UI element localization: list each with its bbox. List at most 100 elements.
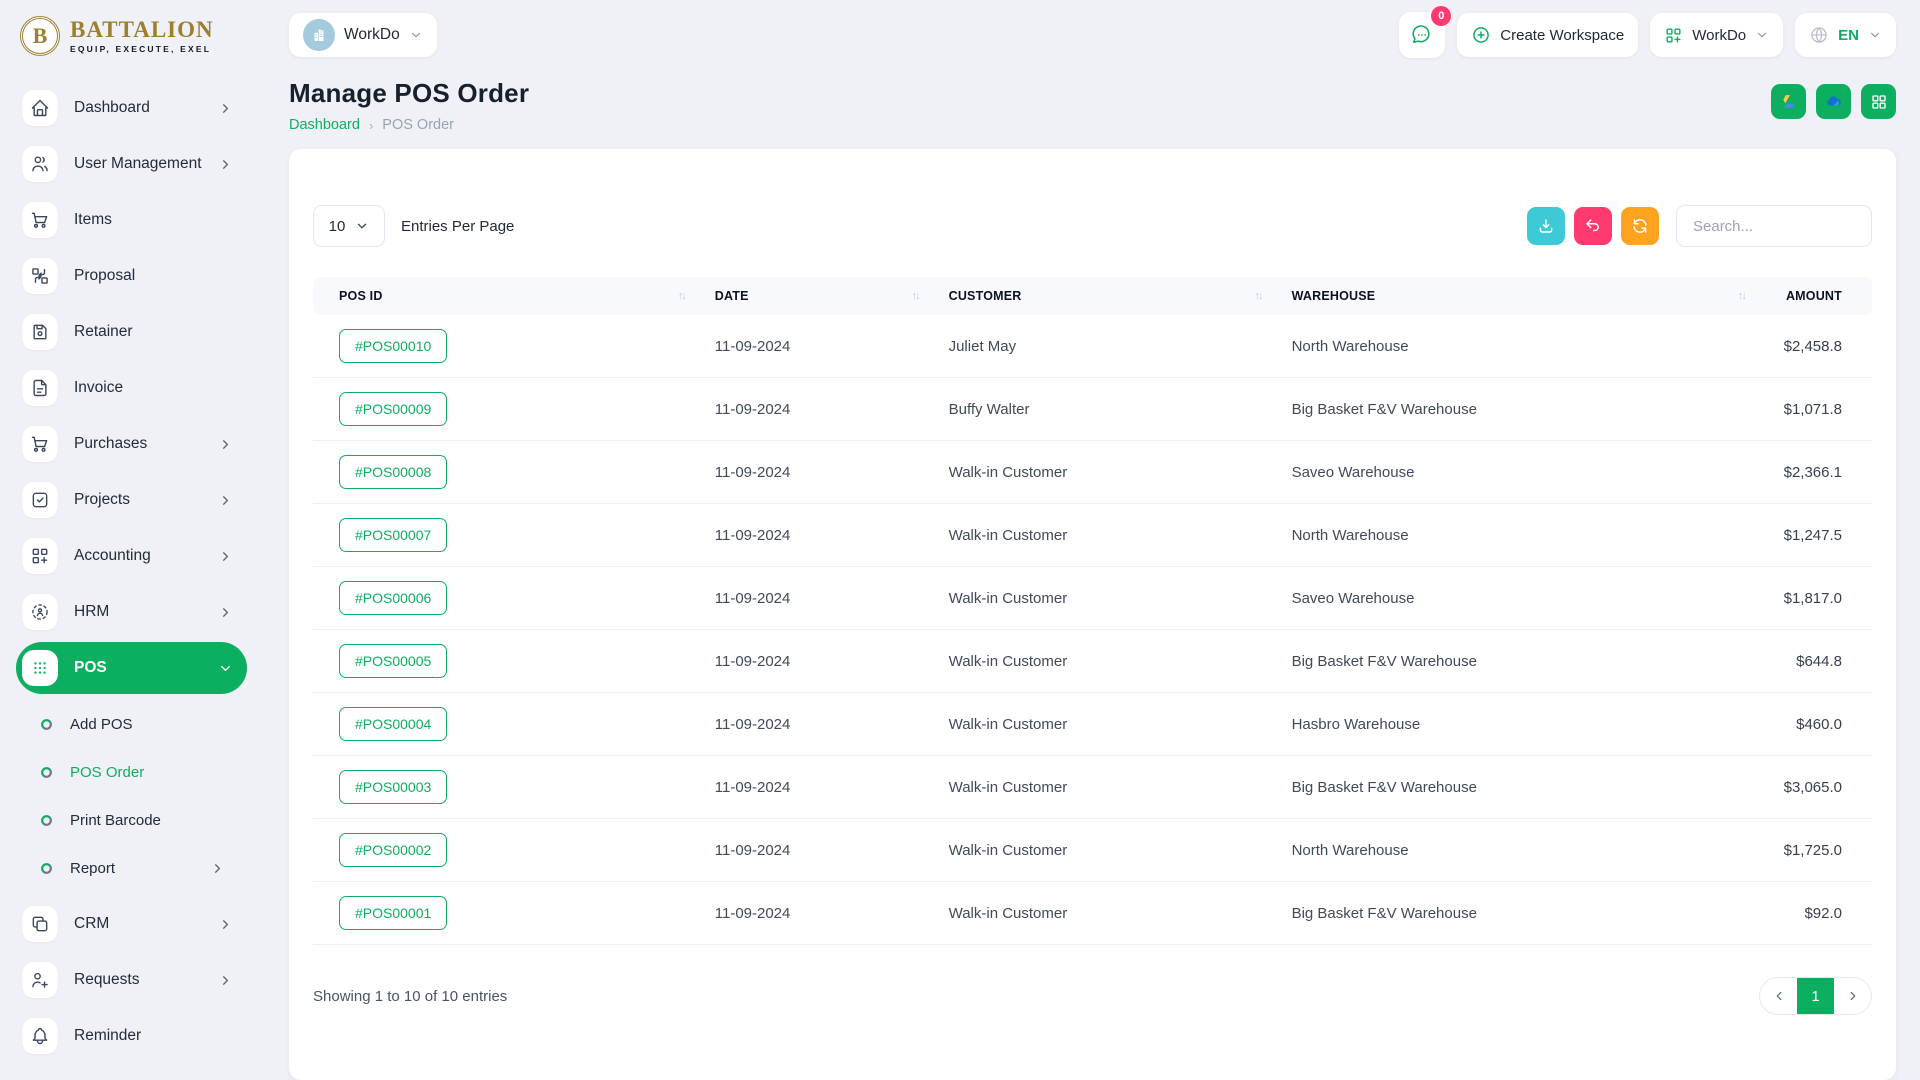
sort-icon: ↑↓ [1254,290,1264,302]
bullet-icon [41,814,52,826]
column-header-date[interactable]: DATE ↑↓ [702,277,937,315]
sidebar-item-hrm[interactable]: HRM [16,584,247,640]
breadcrumb-current: POS Order [382,117,454,133]
submenu-item-label: Report [70,859,116,877]
refresh-icon [1631,217,1649,235]
pos-id-badge[interactable]: #POS00009 [339,392,448,426]
amount-cell: $1,725.0 [1762,818,1872,882]
topbar: WorkDo 0 Create Workspace WorkDo EN [289,0,1896,62]
sidebar-item-label: Invoice [74,379,124,396]
search-input[interactable] [1676,205,1872,247]
submenu-item-report[interactable]: Report [16,844,247,892]
pos-id-badge[interactable]: #POS00010 [339,329,448,363]
sidebar-item-invoice[interactable]: Invoice [16,360,247,416]
grid-plus-icon [22,538,58,574]
column-header-amount[interactable]: AMOUNT [1762,277,1872,315]
sidebar-item-label: HRM [74,603,110,620]
sidebar-item-dashboard[interactable]: Dashboard [16,80,247,136]
table-row: #POS00006 11-09-2024 Walk-in Customer Sa… [313,566,1872,630]
customer-cell: Walk-in Customer [936,818,1280,882]
messages-button[interactable]: 0 [1399,6,1452,58]
language-label: EN [1838,26,1859,44]
pos-id-badge[interactable]: #POS00005 [339,644,448,678]
google-drive-icon [1779,92,1798,111]
sidebar-item-label: Purchases [74,435,148,452]
plus-circle-icon [1471,25,1491,45]
sidebar-item-label: Items [74,211,112,228]
google-drive-button[interactable] [1771,84,1806,119]
page-title: Manage POS Order [289,78,530,108]
sidebar-nav: Dashboard User Management Items Proposal… [16,80,247,1064]
submenu-item-label: Add POS [70,715,133,733]
page-number-button[interactable]: 1 [1797,978,1834,1014]
customer-cell: Walk-in Customer [936,881,1280,945]
amount-cell: $1,247.5 [1762,503,1872,567]
submenu-item-add-pos[interactable]: Add POS [16,700,247,748]
sidebar-item-crm[interactable]: CRM [16,896,247,952]
workspace-name: WorkDo [344,26,400,43]
sidebar-item-requests[interactable]: Requests [16,952,247,1008]
previous-page-button[interactable] [1760,978,1797,1014]
pos-id-badge[interactable]: #POS00008 [339,455,448,489]
pos-id-badge[interactable]: #POS00004 [339,707,448,741]
sidebar-item-proposal[interactable]: Proposal [16,248,247,304]
sidebar-item-projects[interactable]: Projects [16,472,247,528]
brand-logo[interactable]: B BATTALION EQUIP, EXECUTE, EXEL [16,10,247,66]
brand-name: BATTALION [70,17,214,42]
date-cell: 11-09-2024 [702,881,937,945]
warehouse-cell: Big Basket F&V Warehouse [1279,755,1763,819]
reset-button[interactable] [1574,207,1612,245]
column-header-pos-id[interactable]: POS ID ↑↓ [313,277,703,315]
workspace-selector[interactable]: WorkDo [289,13,437,57]
chevron-right-icon [218,157,233,172]
pos-id-badge[interactable]: #POS00001 [339,896,448,930]
onedrive-button[interactable] [1816,84,1851,119]
grid-view-button[interactable] [1861,84,1896,119]
column-header-warehouse[interactable]: WAREHOUSE ↑↓ [1279,277,1763,315]
sidebar-item-purchases[interactable]: Purchases [16,416,247,472]
create-workspace-label: Create Workspace [1500,26,1625,44]
users-icon [22,146,58,182]
pos-order-table: POS ID ↑↓ DATE ↑↓ CUSTOMER ↑↓ WAREHOUSE ↑↓ A… [313,277,1872,945]
cart-icon [22,202,58,238]
next-page-button[interactable] [1834,978,1871,1014]
building-icon [303,19,335,51]
sidebar-item-items[interactable]: Items [16,192,247,248]
brand-tagline: EQUIP, EXECUTE, EXEL [70,44,212,54]
pos-id-badge[interactable]: #POS00006 [339,581,448,615]
pos-id-badge[interactable]: #POS00002 [339,833,448,867]
sidebar-item-retainer[interactable]: Retainer [16,304,247,360]
export-button[interactable] [1527,207,1565,245]
sidebar-item-reminder[interactable]: Reminder [16,1008,247,1064]
amount-cell: $460.0 [1762,692,1872,756]
date-cell: 11-09-2024 [702,692,937,756]
table-footer: Showing 1 to 10 of 10 entries 1 [313,977,1872,1015]
sidebar: B BATTALION EQUIP, EXECUTE, EXEL Dashboa… [0,0,265,1080]
submenu-item-pos-order[interactable]: POS Order [16,748,247,796]
submenu-item-label: Print Barcode [70,811,161,829]
customer-cell: Walk-in Customer [936,440,1280,504]
person-dashed-circle-icon [22,594,58,630]
workdo-menu-button[interactable]: WorkDo [1650,13,1784,57]
sidebar-item-label: POS [74,659,107,676]
sidebar-item-user-management[interactable]: User Management [16,136,247,192]
sidebar-item-accounting[interactable]: Accounting [16,528,247,584]
date-cell: 11-09-2024 [702,377,937,441]
dots-grid-icon [22,650,58,686]
refresh-button[interactable] [1621,207,1659,245]
date-cell: 11-09-2024 [702,629,937,693]
amount-cell: $1,071.8 [1762,377,1872,441]
pos-id-badge[interactable]: #POS00003 [339,770,448,804]
language-selector[interactable]: EN [1795,13,1896,57]
entries-per-page-value: 10 [328,217,346,235]
entries-per-page-select[interactable]: 10 [313,205,385,247]
pos-order-card: 10 Entries Per Page Search... POS ID ↑↓ … [289,149,1896,1080]
submenu-item-print-barcode[interactable]: Print Barcode [16,796,247,844]
pos-id-badge[interactable]: #POS00007 [339,518,448,552]
create-workspace-button[interactable]: Create Workspace [1457,13,1639,57]
page-header: Manage POS Order Dashboard › POS Order [289,78,1896,133]
globe-icon [1809,25,1829,45]
sidebar-item-pos[interactable]: POS [16,642,247,694]
breadcrumb-dashboard-link[interactable]: Dashboard [289,117,360,133]
column-header-customer[interactable]: CUSTOMER ↑↓ [936,277,1280,315]
